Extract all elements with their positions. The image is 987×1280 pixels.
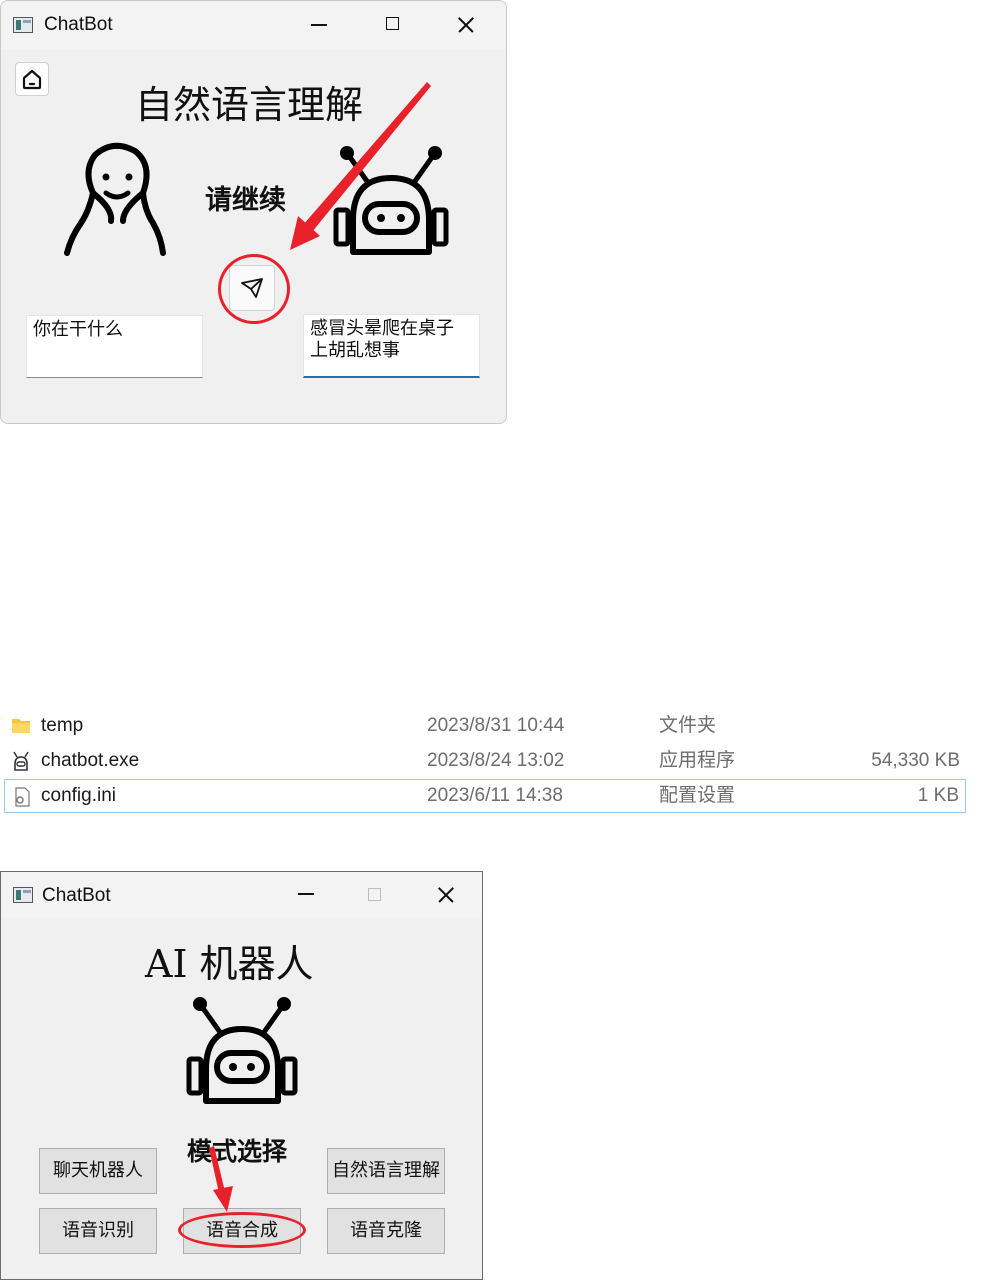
minimize-icon[interactable] (299, 5, 339, 45)
file-row-selected[interactable]: config.ini 2023/6/11 14:38 配置设置 1 KB (4, 779, 966, 813)
config-file-icon (15, 787, 30, 807)
file-type: 配置设置 (659, 785, 736, 806)
annotation-circle (218, 254, 290, 324)
nlu-button[interactable]: 自然语言理解 (327, 1148, 445, 1194)
file-date: 2023/6/11 14:38 (427, 785, 563, 806)
robot-icon (333, 146, 449, 255)
file-name: config.ini (41, 785, 116, 806)
app-icon (13, 887, 33, 903)
window-title: ChatBot (42, 885, 111, 906)
home-button[interactable] (15, 62, 49, 96)
file-size: 54,330 KB (871, 750, 960, 771)
chatbot-window-nlu: ChatBot 自然语言理解 请继续 你在干什么 感冒头晕爬在桌子 上胡乱想事 (0, 0, 507, 424)
close-icon[interactable] (446, 5, 486, 45)
chatbot-window-menu: ChatBot AI 机器人 模式选择 聊天机器人 自然语言理解 语音识别 语音… (0, 871, 483, 1280)
title-bar[interactable]: ChatBot (1, 1, 506, 49)
voice-clone-button[interactable]: 语音克隆 (327, 1208, 445, 1254)
robot-exe-icon (13, 751, 29, 771)
file-type: 文件夹 (659, 715, 717, 736)
home-icon (22, 69, 42, 90)
status-text: 请继续 (205, 185, 286, 216)
file-date: 2023/8/24 13:02 (427, 750, 565, 771)
title-bar[interactable]: ChatBot (1, 872, 482, 918)
file-row[interactable]: temp 2023/8/31 10:44 文件夹 (4, 709, 966, 743)
maximize-icon[interactable] (374, 5, 414, 45)
app-icon (13, 17, 33, 33)
window-title: ChatBot (44, 14, 113, 35)
person-icon (64, 142, 166, 256)
file-name: temp (41, 715, 84, 736)
page-title: 自然语言理解 (135, 83, 364, 127)
maximize-icon (356, 876, 396, 916)
file-type: 应用程序 (659, 750, 736, 771)
file-date: 2023/8/31 10:44 (427, 715, 565, 736)
file-name: chatbot.exe (41, 750, 140, 771)
annotation-ellipse (178, 1212, 306, 1248)
mode-select-label: 模式选择 (187, 1137, 288, 1166)
robot-icon (186, 997, 298, 1104)
page-title: AI 机器人 (145, 942, 314, 986)
folder-icon (12, 719, 30, 733)
user-input-field[interactable]: 你在干什么 (26, 315, 203, 378)
file-row[interactable]: chatbot.exe 2023/8/24 13:02 应用程序 54,330 … (4, 744, 966, 778)
chatbot-button[interactable]: 聊天机器人 (39, 1148, 157, 1194)
bot-response-field[interactable]: 感冒头晕爬在桌子 上胡乱想事 (303, 314, 480, 378)
speech-recognition-button[interactable]: 语音识别 (39, 1208, 157, 1254)
close-icon[interactable] (426, 875, 466, 915)
minimize-icon[interactable] (286, 874, 326, 914)
file-size: 1 KB (917, 785, 959, 806)
